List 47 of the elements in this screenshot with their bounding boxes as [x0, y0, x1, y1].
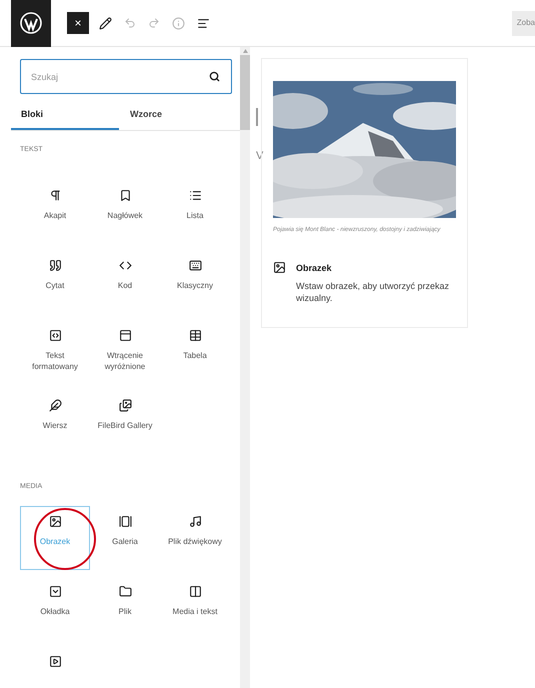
- close-button[interactable]: ×: [67, 12, 89, 34]
- list-icon: [188, 188, 202, 202]
- scroll-up-arrow-icon[interactable]: [242, 49, 248, 53]
- search-icon: [209, 71, 220, 82]
- redo-icon[interactable]: [148, 17, 160, 29]
- folder-icon: [118, 585, 132, 598]
- block-item[interactable]: Galeria: [90, 506, 160, 570]
- pencil-icon[interactable]: [99, 16, 112, 30]
- block-item[interactable]: Cytat: [20, 250, 90, 314]
- undo-icon[interactable]: [124, 17, 136, 29]
- quote-icon: [48, 258, 62, 272]
- block-description: Wstaw obrazek, aby utworzyć przekaz wizualny.: [296, 280, 450, 304]
- wordpress-icon: [20, 12, 42, 34]
- block-item[interactable]: Plik dźwiękowy: [160, 506, 230, 570]
- list-view-icon[interactable]: [197, 16, 210, 30]
- code-icon: [118, 258, 132, 272]
- block-item[interactable]: Lista: [160, 180, 230, 244]
- play-icon: [48, 655, 62, 668]
- wordpress-logo[interactable]: [11, 0, 51, 46]
- pilcrow-icon: [48, 188, 62, 202]
- block-item[interactable]: Okładka: [20, 576, 90, 640]
- block-item[interactable]: Tabela: [160, 320, 230, 384]
- search-field[interactable]: Szukaj: [20, 59, 232, 94]
- block-title: Obrazek: [296, 262, 333, 275]
- table-icon: [188, 328, 202, 342]
- block-item[interactable]: Media i tekst: [160, 576, 230, 640]
- gallery-icon: [118, 398, 132, 412]
- block-item[interactable]: FileBird Gallery: [90, 390, 160, 454]
- feather-icon: [48, 398, 62, 412]
- keyboard-icon: [188, 258, 202, 272]
- tab[interactable]: Bloki: [11, 102, 119, 130]
- block-item[interactable]: Akapit: [20, 180, 90, 244]
- image-icon: [48, 515, 62, 528]
- block-item[interactable]: Tekst formatowany: [20, 320, 90, 384]
- block-item[interactable]: Wiersz: [20, 390, 90, 454]
- image-icon: [273, 261, 286, 274]
- gallery-icon: [118, 515, 132, 528]
- tab[interactable]: Wzorce: [119, 102, 227, 130]
- block-item[interactable]: Plik: [90, 576, 160, 640]
- block-item[interactable]: Nagłówek: [90, 180, 160, 244]
- music-note-icon: [188, 515, 202, 528]
- block-item[interactable]: Wtrącenie wyróżnione: [90, 320, 160, 384]
- scrollbar-thumb[interactable]: [240, 55, 250, 130]
- info-icon[interactable]: [172, 16, 185, 30]
- block-item[interactable]: Klasyczny: [160, 250, 230, 314]
- bookmark-icon: [118, 188, 132, 202]
- block-item[interactable]: Kod: [90, 250, 160, 314]
